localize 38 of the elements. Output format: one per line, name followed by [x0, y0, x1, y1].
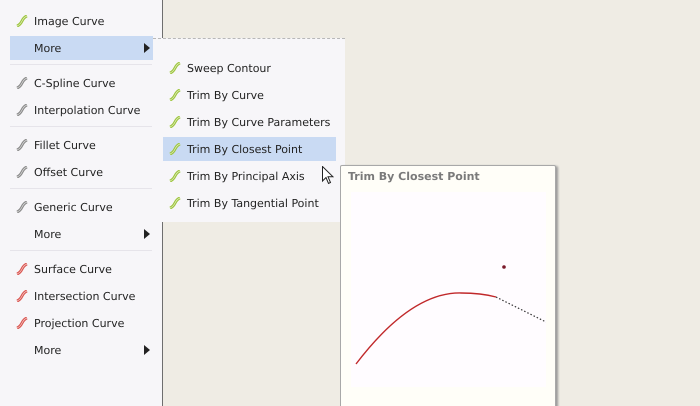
curve-icon	[169, 116, 181, 128]
menu-item[interactable]: Trim By Closest Point	[163, 137, 336, 161]
menu-item[interactable]: Intersection Curve	[10, 284, 153, 308]
tooltip-title: Trim By Closest Point	[347, 169, 481, 183]
curve-icon	[16, 104, 28, 116]
menu-item[interactable]: C-Spline Curve	[10, 71, 153, 95]
submenu-arrow-icon	[144, 229, 150, 239]
curve-icon	[16, 201, 28, 213]
menu-item[interactable]: Fillet Curve	[10, 133, 153, 157]
menu-item[interactable]: More	[10, 36, 153, 60]
menu-item[interactable]: More	[10, 222, 153, 246]
curve-icon	[169, 197, 181, 209]
menu-item[interactable]: Trim By Tangential Point	[163, 191, 336, 215]
menu-item[interactable]: Surface Curve	[10, 257, 153, 281]
menu-item[interactable]: Offset Curve	[10, 160, 153, 184]
curve-icon	[16, 166, 28, 178]
menu-item[interactable]: Image Curve	[10, 9, 153, 33]
curve-icon	[16, 139, 28, 151]
menu-item[interactable]: Trim By Curve Parameters	[163, 110, 336, 134]
menu-item[interactable]: Sweep Contour	[163, 56, 336, 80]
curve-icon	[16, 317, 28, 329]
curve-icon	[169, 170, 181, 182]
mouse-pointer-icon	[322, 166, 334, 185]
curve-icon	[16, 290, 28, 302]
menu-item[interactable]: More	[10, 338, 153, 362]
submenu-arrow-icon	[144, 43, 150, 53]
curve-icon	[16, 15, 28, 27]
curve-icon	[169, 89, 181, 101]
menu-item[interactable]: Projection Curve	[10, 311, 153, 335]
menu-item[interactable]: Trim By Curve	[163, 83, 336, 107]
menu-item[interactable]: Trim By Principal Axis	[163, 164, 336, 188]
submenu-arrow-icon	[144, 345, 150, 355]
curve-icon	[169, 62, 181, 74]
menu-item[interactable]: Interpolation Curve	[10, 98, 153, 122]
curve-icon	[16, 77, 28, 89]
menu-item[interactable]: Generic Curve	[10, 195, 153, 219]
curve-icon	[169, 143, 181, 155]
curve-icon	[16, 263, 28, 275]
